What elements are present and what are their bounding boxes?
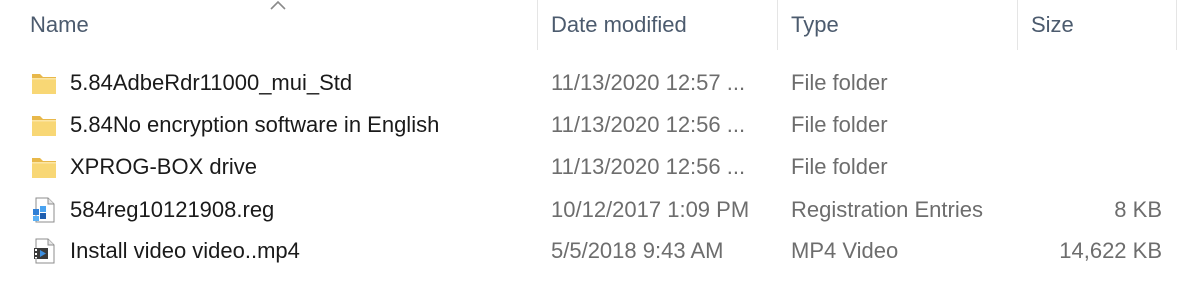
file-type: Registration Entries: [791, 197, 983, 222]
file-row[interactable]: 5.84AdbeRdr11000_mui_Std 11/13/2020 12:5…: [0, 62, 1198, 103]
file-date-modified: 10/12/2017 1:09 PM: [551, 197, 750, 222]
video-file-icon: [34, 238, 55, 264]
file-name: 584reg10121908.reg: [70, 197, 275, 222]
file-name: 5.84No encryption software in English: [70, 112, 440, 137]
file-type: File folder: [791, 154, 888, 179]
column-divider[interactable]: [1176, 0, 1177, 50]
file-row[interactable]: Install video video..mp4 5/5/2018 9:43 A…: [0, 230, 1198, 271]
column-divider[interactable]: [537, 0, 538, 50]
folder-icon: [32, 74, 56, 94]
file-row[interactable]: XPROG-BOX drive 11/13/2020 12:56 ... Fil…: [0, 146, 1198, 187]
file-row[interactable]: 584reg10121908.reg 10/12/2017 1:09 PM Re…: [0, 189, 1198, 230]
registry-file-icon: [33, 197, 55, 223]
file-size: [1010, 146, 1162, 187]
file-type: MP4 Video: [791, 238, 899, 263]
column-header-type[interactable]: Type: [791, 0, 1016, 50]
file-size: 14,622 KB: [1059, 238, 1162, 263]
file-size: 8 KB: [1114, 197, 1162, 222]
column-divider[interactable]: [1017, 0, 1018, 50]
file-row[interactable]: 5.84No encryption software in English 11…: [0, 104, 1198, 145]
file-size: [1010, 104, 1162, 145]
file-date-modified: 11/13/2020 12:56 ...: [551, 112, 746, 137]
column-header-date-modified[interactable]: Date modified: [551, 0, 776, 50]
column-header-size[interactable]: Size: [1031, 0, 1171, 50]
file-name: 5.84AdbeRdr11000_mui_Std: [70, 70, 353, 95]
file-name: XPROG-BOX drive: [70, 154, 258, 179]
column-divider[interactable]: [777, 0, 778, 50]
folder-icon: [32, 116, 56, 136]
file-size: [1010, 62, 1162, 103]
file-type: File folder: [791, 112, 888, 137]
column-header-name[interactable]: Name: [30, 0, 535, 50]
file-explorer-details-view: Name Date modified Type Size 5.84AdbeRdr…: [0, 0, 1198, 294]
file-date-modified: 11/13/2020 12:56 ...: [551, 154, 746, 179]
file-name: Install video video..mp4: [70, 238, 300, 263]
file-date-modified: 11/13/2020 12:57 ...: [551, 70, 746, 95]
file-date-modified: 5/5/2018 9:43 AM: [551, 238, 724, 263]
column-header-bar: Name Date modified Type Size: [0, 0, 1198, 52]
folder-icon: [32, 158, 56, 178]
file-type: File folder: [791, 70, 888, 95]
